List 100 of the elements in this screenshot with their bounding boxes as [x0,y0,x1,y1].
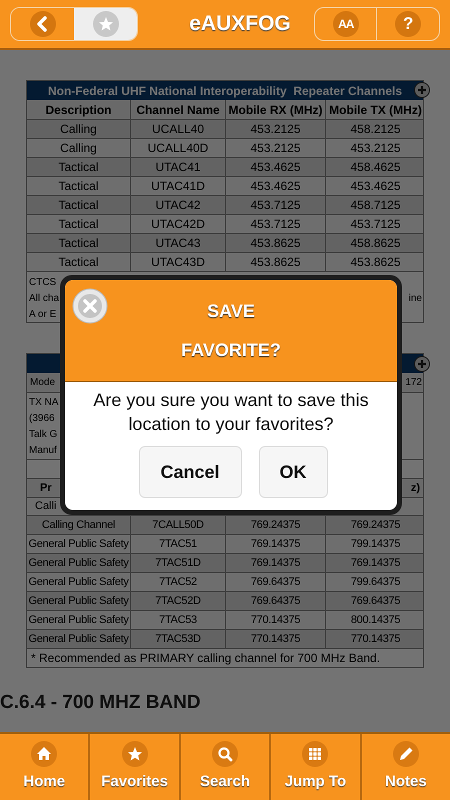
footnote: * Recommended as PRIMARY calling channel for 700 MHz Band. [31,650,380,667]
table-cell: Channel Name [131,100,226,119]
grid-icon [302,740,328,767]
cancel-button[interactable]: Cancel [138,446,242,498]
table-cell: UCALL40 [131,120,226,138]
table-cell-text: z) [410,480,420,496]
table-cell-text: 458.2125 [349,121,402,138]
table-cell: 7TAC52D [131,592,226,610]
dialog-title: SAVE [207,300,255,322]
table-cell-text: 453.8625 [349,254,402,271]
tab-bar-item[interactable]: Jump To [269,734,360,800]
tab-bar-item[interactable]: Notes [360,734,450,800]
table-cell: 769.14375 [226,554,326,572]
table-cell-text: 769.14375 [350,556,402,571]
table-cell: General Public Safety [27,592,131,610]
table-cell: 769.14375 [226,535,326,553]
table-cell-text: 453.2125 [349,140,402,157]
table-cell: UTAC43 [131,234,226,252]
table-cell-text: 799.14375 [350,536,402,552]
table-cell-text: Mode [30,376,56,390]
table-cell: UTAC41D [131,177,226,195]
back-icon [30,11,56,37]
table-cell: Tactical [27,196,131,214]
table-cell: 453.2125 [226,120,326,138]
table-cell: General Public Safety [27,573,131,591]
table-cell: 769.64375 [226,573,326,591]
table-cell: UTAC42 [131,196,226,214]
dialog-title: FAVORITE? [181,339,281,361]
table-cell: General Public Safety [27,535,131,553]
table-cell: 7CALL50D [131,516,226,534]
table-cell: 769.24375 [226,516,326,534]
table-cell: 453.4625 [226,158,326,176]
table-cell: Tactical [27,177,131,195]
table-cell-text: Mobile TX (MHz) [328,102,423,118]
table-cell: 453.4625 [226,177,326,195]
expand-icon[interactable] [414,82,430,98]
table-cell: Calling [27,120,131,138]
table-cell-text: Pr [40,480,52,496]
table-cell: 453.7125 [226,215,326,233]
table-cell: Tactical [27,234,131,252]
table-cell: Calling Channel [27,516,131,534]
table-cell-text: 769.64375 [350,594,402,609]
table-cell-text: 458.8625 [349,235,402,252]
table-cell: 769.64375 [226,592,326,610]
table-cell: 7TAC53D [131,630,226,648]
info-text: TX NA [29,396,58,410]
table-cell: Calling [27,139,131,157]
pencil-icon [392,740,419,767]
note-text: All cha [29,292,60,306]
favorite-button[interactable] [74,8,137,40]
table-cell: UTAC41 [131,158,226,176]
table-cell-text: 770.14375 [350,632,402,647]
table-cell: 7TAC51D [131,554,226,572]
search-icon [212,740,238,767]
table-cell-text: 453.4625 [349,178,402,195]
table-cell-text: 172 [405,376,422,390]
table-cell: 453.8625 [226,234,326,252]
table-cell-text: 799.64375 [350,574,402,590]
note-text: ine [408,292,422,306]
home-icon [31,740,58,767]
table-cell: Tactical [27,158,131,176]
table-cell-text: 769.24375 [350,518,402,533]
table-cell: Mobile RX (MHz) [226,100,326,119]
table-cell: 7TAC51 [131,535,226,553]
table-cell: Tactical [27,215,131,233]
section-heading: C.6.4 - 700 MHZ BAND [0,691,202,715]
info-text: Talk G [29,428,58,442]
table-title: Non-Federal UHF National Interoperability Repeater Channels [48,82,402,100]
text-size-button[interactable]: AA [332,11,359,37]
note-text: A or E [29,308,56,322]
table-cell: UCALL40D [131,139,226,157]
table-cell: Tactical [27,253,131,271]
note-text: CTCS [29,276,56,290]
info-text: Manuf [29,444,57,458]
table-cell: 453.7125 [226,196,326,214]
table-cell-text: 458.7125 [349,197,402,214]
table-cell: 7TAC53 [131,611,226,629]
tab-bar-item[interactable]: Home [0,734,88,800]
table-cell: 7TAC52 [131,573,226,591]
table-cell: UTAC43D [131,253,226,271]
table-cell: 770.14375 [226,630,326,648]
close-icon[interactable] [72,288,108,324]
dialog-message: Are you sure you want to save this location to your favorites? [92,389,370,436]
ok-button[interactable]: OK [258,446,328,498]
table-cell: 453.8625 [226,253,326,271]
tab-bar-item[interactable]: Search [178,734,270,800]
table-cell-text: 800.14375 [350,612,402,628]
table-cell: Description [27,100,131,119]
table-cell: 453.2125 [226,139,326,157]
table-cell-text: Calli [35,499,56,514]
table-cell: General Public Safety [27,611,131,629]
table-cell: 770.14375 [226,611,326,629]
expand-icon[interactable] [414,356,430,372]
info-text: (3966 [29,412,55,426]
tab-bar-item[interactable]: Favorites [88,734,179,800]
table-cell: General Public Safety [27,630,131,648]
table-cell: General Public Safety [27,554,131,572]
table-cell: UTAC42D [131,215,226,233]
table-cell-text: 458.4625 [349,159,402,176]
help-button[interactable]: ? [395,11,422,37]
